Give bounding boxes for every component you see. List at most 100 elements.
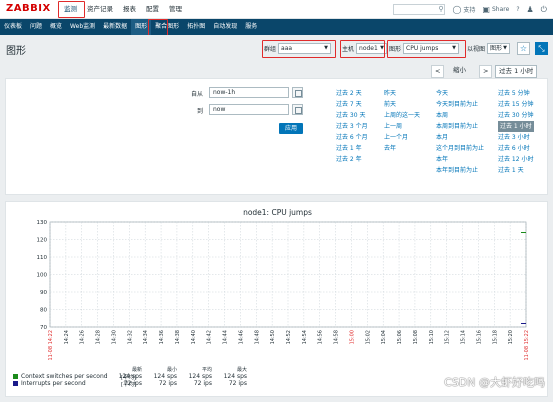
x-tick-label: 15:20 (508, 330, 514, 344)
group-select[interactable]: aaa ▼ (278, 43, 332, 54)
time-range-tab[interactable]: 过去 1 小时 (495, 65, 538, 78)
quick-range-column-2: 昨天 前天 上周的这一天 上一周 上一个月 去年 (384, 88, 420, 154)
range-last-30-days[interactable]: 过去 30 天 (336, 110, 368, 121)
range-last-1-day[interactable]: 过去 1 天 (498, 165, 534, 176)
from-input[interactable]: now-1h (209, 87, 289, 98)
legend-swatch (13, 381, 18, 386)
range-last-12-hours[interactable]: 过去 12 小时 (498, 154, 534, 165)
nav-monitoring[interactable]: 监测 (59, 0, 82, 19)
x-tick-label: 14:58 (334, 330, 340, 344)
range-last-2-years[interactable]: 过去 2 年 (336, 154, 368, 165)
range-previous-month[interactable]: 上一个月 (384, 132, 420, 143)
range-this-year-so-far[interactable]: 本年到目前为止 (436, 165, 484, 176)
from-label: 自从 (191, 91, 204, 98)
sign-out-link[interactable]: ⏻ (541, 5, 547, 14)
range-last-6-hours[interactable]: 过去 6 小时 (498, 143, 534, 154)
x-tick-label: 15:02 (365, 330, 371, 344)
time-next-button[interactable]: > (479, 65, 493, 78)
range-day-before-yesterday[interactable]: 前天 (384, 99, 420, 110)
graph-select[interactable]: CPU jumps ▼ (403, 43, 460, 54)
subnav-problems[interactable]: 问题 (26, 19, 46, 35)
range-last-5-minutes[interactable]: 过去 5 分钟 (498, 88, 534, 99)
zoom-out-button[interactable]: 缩小 (453, 65, 466, 76)
legend-head-avg: 平均 (201, 367, 212, 373)
legend-head-last: 最新 (131, 367, 142, 373)
subnav-graphs[interactable]: 图形 (131, 19, 152, 35)
to-calendar-icon[interactable] (292, 104, 303, 115)
range-this-week-so-far[interactable]: 本周到目前为止 (436, 121, 484, 132)
view-filter: 以视图 图形 ▼ (467, 43, 511, 54)
subnav-discovery[interactable]: 自动发现 (209, 19, 241, 35)
quick-range-column-1: 过去 2 天 过去 7 天 过去 30 天 过去 3 个月 过去 6 个月 过去… (336, 88, 368, 165)
nav-inventory[interactable]: 资产记录 (82, 0, 118, 19)
range-last-15-minutes[interactable]: 过去 15 分钟 (498, 99, 534, 110)
range-last-2-days[interactable]: 过去 2 天 (336, 88, 368, 99)
subnav-screens[interactable]: 聚合图形 (151, 19, 183, 35)
global-search-input[interactable]: ⚲ (393, 4, 446, 15)
x-tick-label: 14:40 (191, 330, 197, 344)
range-yesterday[interactable]: 昨天 (384, 88, 420, 99)
search-icon: ⚲ (438, 5, 444, 13)
zabbix-logo[interactable]: ZABBIX (6, 3, 51, 14)
range-last-1-hour[interactable]: 过去 1 小时 (498, 121, 534, 132)
range-last-3-months[interactable]: 过去 3 个月 (336, 121, 368, 132)
x-tick-label: 14:34 (143, 330, 149, 344)
range-last-30-minutes[interactable]: 过去 30 分钟 (498, 110, 534, 121)
nav-configuration[interactable]: 配置 (141, 0, 164, 19)
favourite-button[interactable]: ☆ (517, 42, 530, 55)
range-last-6-months[interactable]: 过去 6 个月 (336, 132, 368, 143)
range-this-month[interactable]: 本月 (436, 132, 484, 143)
range-last-1-year[interactable]: 过去 1 年 (336, 143, 368, 154)
x-tick-label: 14:52 (286, 330, 292, 344)
subnav-services[interactable]: 服务 (241, 19, 261, 35)
y-tick-label: 100 (37, 273, 48, 279)
x-tick-label: 15:10 (429, 330, 435, 344)
subnav-maps[interactable]: 拓扑图 (183, 19, 209, 35)
range-this-month-so-far[interactable]: 这个月到目前为止 (436, 143, 484, 154)
from-calendar-icon[interactable] (292, 87, 303, 98)
apply-button[interactable]: 应用 (279, 123, 303, 134)
to-input[interactable]: now (209, 104, 289, 115)
help-link[interactable]: ? (516, 6, 519, 13)
y-tick-label: 130 (37, 220, 48, 226)
time-prev-button[interactable]: < (431, 65, 445, 78)
page-header: 图形 群组 aaa ▼ 主机 node1 ▼ 图形 CPU jumps ▼ 以视图 图… (0, 35, 553, 63)
y-tick-label: 110 (37, 255, 48, 261)
range-previous-week[interactable]: 上一周 (384, 121, 420, 132)
support-link[interactable]: ◯ 支持 (452, 5, 475, 14)
range-last-3-hours[interactable]: 过去 3 小时 (498, 132, 534, 143)
range-this-day-last-week[interactable]: 上周的这一天 (384, 110, 420, 121)
subnav-latest-data[interactable]: 最新数据 (99, 19, 131, 35)
x-tick-label: 14:54 (302, 330, 308, 344)
share-link[interactable]: ▣ Share (482, 5, 509, 14)
quick-range-column-3: 今天 今天到目前为止 本周 本周到目前为止 本月 这个月到目前为止 本年 本年到… (436, 88, 484, 176)
subnav-web[interactable]: Web监测 (66, 19, 99, 35)
nav-administration[interactable]: 管理 (164, 0, 187, 19)
range-this-week[interactable]: 本周 (436, 110, 484, 121)
nav-reports[interactable]: 报表 (118, 0, 141, 19)
subnav-dashboard[interactable]: 仪表板 (0, 19, 26, 35)
x-tick-label: 15:14 (461, 330, 467, 344)
range-last-7-days[interactable]: 过去 7 天 (336, 99, 368, 110)
y-tick-label: 120 (37, 238, 48, 244)
x-tick-label: 14:50 (270, 330, 276, 344)
watermark: CSDN @大虾好吃吗 (444, 376, 545, 389)
graph-chart[interactable]: 70 80 90 100 110 120 130 11-08 14:22 14:24 14:26 1… (6, 214, 549, 374)
host-select[interactable]: node1 ▼ (356, 43, 388, 54)
range-today[interactable]: 今天 (436, 88, 484, 99)
view-select[interactable]: 图形 ▼ (487, 43, 511, 54)
x-tick-label: 14:30 (111, 330, 117, 344)
x-tick-label: 14:32 (127, 330, 133, 344)
y-tick-label: 80 (40, 308, 47, 314)
fullscreen-button[interactable]: ⤡ (535, 42, 548, 55)
range-previous-year[interactable]: 去年 (384, 143, 420, 154)
star-icon: ☆ (519, 44, 528, 53)
range-today-so-far[interactable]: 今天到目前为止 (436, 99, 484, 110)
user-profile-link[interactable]: ♟ (527, 5, 534, 14)
subnav-overview[interactable]: 概览 (46, 19, 66, 35)
sub-nav: 仪表板 问题 概览 Web监测 最新数据 图形 聚合图形 拓扑图 自动发现 服务 (0, 19, 553, 35)
support-icon: ◯ (452, 4, 462, 14)
range-this-year[interactable]: 本年 (436, 154, 484, 165)
x-tick-label: 14:24 (64, 330, 70, 344)
x-tick-label: 15:18 (492, 330, 498, 344)
